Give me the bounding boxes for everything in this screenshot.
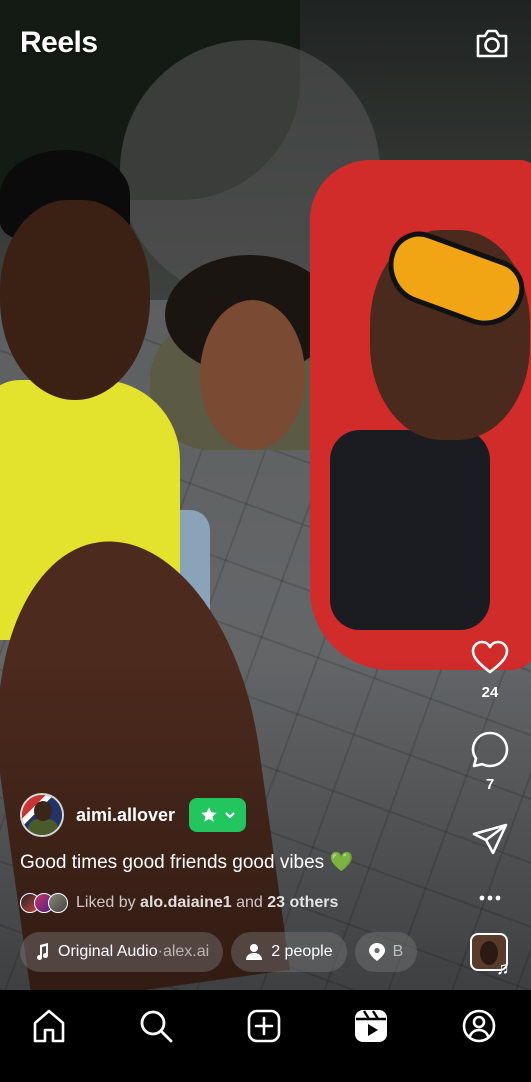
audio-chip[interactable]: Original Audio · alex.ai [20,932,224,972]
camera-button[interactable] [473,24,511,62]
person-icon [246,944,263,960]
info-chips: Original Audio · alex.ai 2 people B [20,932,460,972]
more-icon[interactable] [470,888,510,908]
share-action [462,820,518,860]
location-pin-icon [368,943,385,961]
liker-avatar [48,893,68,913]
author-row: aimi.allover [20,793,247,837]
page-title: Reels [20,26,98,59]
search-icon [140,1010,173,1043]
green-heart-emoji: 💚 [329,852,354,873]
reel-video[interactable] [0,0,531,990]
reels-icon [355,1010,387,1042]
favorites-badge[interactable] [189,798,247,832]
create-icon [247,1009,281,1043]
bottom-nav [0,990,531,1082]
caption-text: Good times good friends good vibes [20,852,325,873]
liked-others[interactable]: 23 others [267,894,338,912]
location-chip[interactable]: B [354,932,418,972]
liked-by-user[interactable]: alo.daiaine1 [140,894,232,912]
nav-create[interactable] [246,1008,282,1044]
liked-and: and [236,894,263,911]
liked-by-label: Liked by [76,894,136,911]
camera-icon [476,29,508,58]
nav-home[interactable] [31,1008,67,1044]
nav-search[interactable] [138,1008,174,1044]
comment-count: 7 [485,776,495,793]
audio-artist: alex.ai [162,943,210,960]
photo-person-middle-face [200,300,305,450]
location-label: B [392,943,404,960]
comment-icon[interactable] [470,730,510,770]
heart-icon[interactable] [470,638,510,678]
liker-avatars [20,893,68,913]
nav-profile[interactable] [461,1008,497,1044]
caption[interactable]: Good times good friends good vibes 💚 [20,850,353,874]
share-icon[interactable] [470,820,510,860]
music-note-icon: ♫ [496,958,510,978]
username[interactable]: aimi.allover [76,805,175,826]
music-note-icon [37,943,49,961]
audio-label: Original Audio [58,943,158,960]
comment-action: 7 [462,730,518,793]
photo-person-left-face [0,200,150,400]
like-count: 24 [481,684,499,701]
chevron-down-icon [224,812,235,819]
profile-icon [462,1009,496,1043]
people-chip[interactable]: 2 people [231,932,347,972]
more-action [462,888,518,908]
star-icon [200,807,217,822]
nav-reels[interactable] [353,1008,389,1044]
photo-person-right-shirt [330,430,490,630]
liked-by-row[interactable]: Liked by alo.daiaine1 and 23 others [20,893,338,913]
home-icon [33,1009,65,1043]
people-label: 2 people [271,943,333,960]
avatar[interactable] [20,793,64,837]
like-action: 24 [462,638,518,701]
